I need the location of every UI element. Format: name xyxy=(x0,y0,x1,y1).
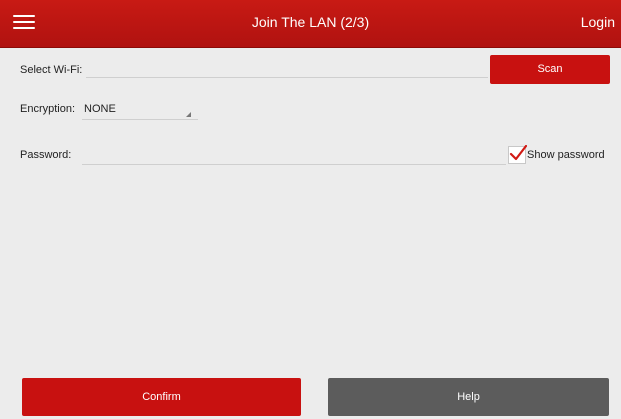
password-input[interactable] xyxy=(82,142,506,164)
wifi-input[interactable] xyxy=(86,58,488,78)
password-underline xyxy=(82,164,506,165)
check-icon xyxy=(509,145,527,161)
confirm-button[interactable]: Confirm xyxy=(22,378,301,416)
encryption-label: Encryption: xyxy=(20,103,76,115)
login-button[interactable]: Login xyxy=(581,14,615,30)
wifi-label: Select Wi-Fi: xyxy=(20,64,83,76)
show-password-label: Show password xyxy=(527,149,605,161)
wifi-underline xyxy=(86,77,488,78)
page-title: Join The LAN (2/3) xyxy=(251,14,370,30)
dropdown-arrow-icon xyxy=(186,112,191,117)
help-button[interactable]: Help xyxy=(328,378,609,416)
show-password-checkbox[interactable]: Show password xyxy=(508,143,612,165)
encryption-underline xyxy=(82,119,198,120)
encryption-value: NONE xyxy=(84,103,116,115)
scan-button[interactable]: Scan xyxy=(490,55,610,84)
password-label: Password: xyxy=(20,149,72,161)
app-header: Join The LAN (2/3) Login xyxy=(0,0,621,48)
encryption-select[interactable]: NONE xyxy=(82,98,198,120)
checkbox-box xyxy=(508,145,527,164)
